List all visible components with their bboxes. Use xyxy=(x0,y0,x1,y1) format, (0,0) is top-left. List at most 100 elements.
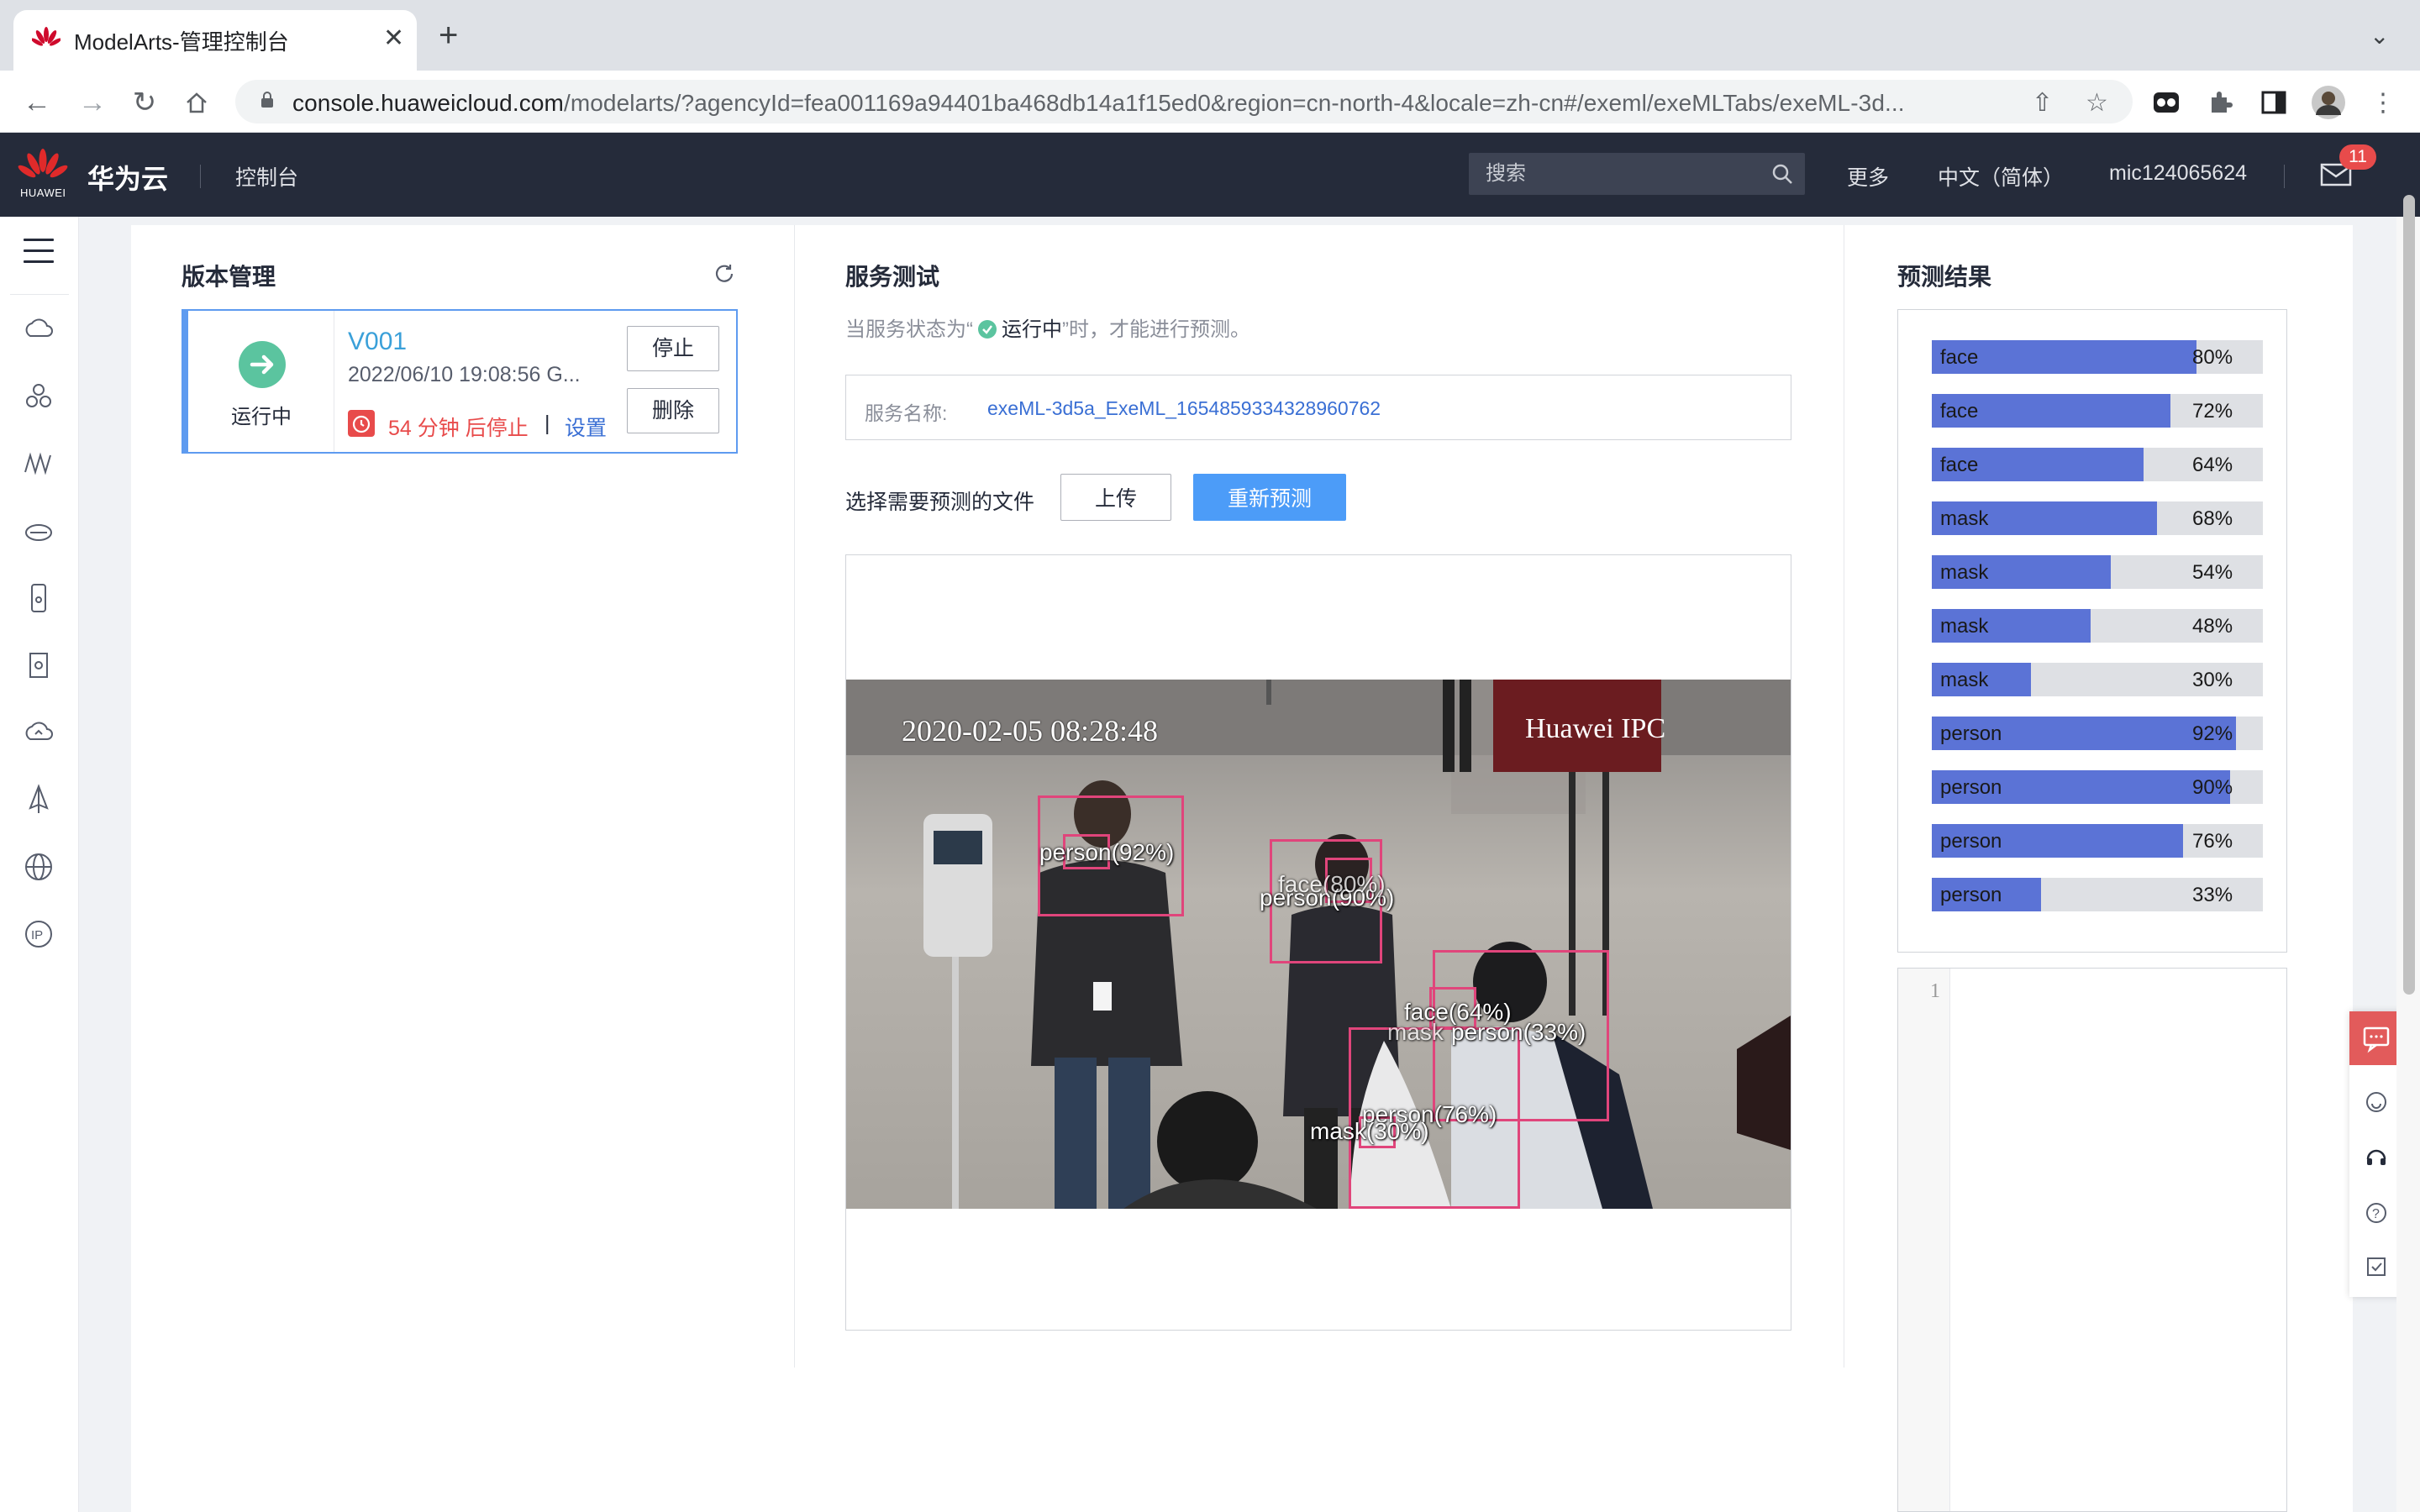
prediction-value: 92% xyxy=(2192,722,2233,745)
headset-service-icon[interactable] xyxy=(2365,1146,2388,1169)
username-menu[interactable]: mic124065624 xyxy=(2109,161,2247,186)
sail-icon[interactable] xyxy=(22,783,55,816)
prediction-label: person xyxy=(1940,830,2002,853)
prediction-value: 72% xyxy=(2192,400,2233,423)
profile-avatar[interactable] xyxy=(2311,85,2346,120)
search-icon[interactable] xyxy=(1771,163,1793,185)
prediction-label: mask xyxy=(1940,669,1989,691)
extension-icon[interactable] xyxy=(2151,87,2181,118)
sidebar-divider xyxy=(10,294,69,295)
brand-name[interactable]: 华为云 xyxy=(87,158,168,197)
bookmark-star-icon[interactable]: ☆ xyxy=(2086,88,2108,118)
prediction-results-title: 预测结果 xyxy=(1897,264,1992,290)
hint-status: 运行中 xyxy=(1002,318,1062,341)
stop-button[interactable]: 停止 xyxy=(627,326,719,371)
reload-icon[interactable]: ↻ xyxy=(126,84,163,121)
prediction-row: face 80% xyxy=(1932,340,2263,374)
upload-button[interactable]: 上传 xyxy=(1060,474,1171,521)
new-tab-icon[interactable]: + xyxy=(439,18,458,52)
prediction-value: 64% xyxy=(2192,454,2233,476)
cloud-icon[interactable] xyxy=(22,312,55,346)
chat-icon xyxy=(2363,1026,2390,1053)
prediction-row: face 64% xyxy=(1932,448,2263,481)
prediction-label: mask xyxy=(1940,507,1989,530)
logo-text: HUAWEI xyxy=(20,186,66,199)
close-tab-icon[interactable]: ✕ xyxy=(383,25,404,52)
service-sidebar: IP xyxy=(0,217,79,1512)
share-icon[interactable]: ⇧ xyxy=(2032,88,2053,118)
service-name-field: 服务名称: exeML-3d5a_ExeML_16548593343289607… xyxy=(845,375,1791,440)
smiley-feedback-icon[interactable] xyxy=(2365,1090,2388,1114)
prediction-row: person 92% xyxy=(1932,717,2263,750)
service-test-title: 服务测试 xyxy=(845,264,940,290)
prediction-row: mask 68% xyxy=(1932,501,2263,535)
detection-image: 2020-02-05 08:28:48 Huawei IPC person(92… xyxy=(846,680,1791,1209)
service-name-value[interactable]: exeML-3d5a_ExeML_1654859334328960762 xyxy=(987,397,1381,420)
prediction-value: 33% xyxy=(2192,884,2233,906)
language-selector[interactable]: 中文（简体） xyxy=(1938,161,2064,192)
chevron-down-icon[interactable]: ⌄ xyxy=(2370,22,2389,50)
ip-icon[interactable]: IP xyxy=(22,917,55,951)
prediction-label: person xyxy=(1940,776,2002,799)
prediction-image-frame: 2020-02-05 08:28:48 Huawei IPC person(92… xyxy=(845,554,1791,1331)
back-arrow-icon[interactable]: ← xyxy=(18,84,55,121)
image-timestamp: 2020-02-05 08:28:48 xyxy=(902,714,1158,748)
address-bar[interactable]: console.huaweicloud.com/modelarts/?agenc… xyxy=(235,80,2133,123)
kebab-menu-icon[interactable]: ⋮ xyxy=(2365,84,2402,121)
repredict-button[interactable]: 重新预测 xyxy=(1193,474,1346,521)
huawei-logo[interactable]: HUAWEI xyxy=(15,148,71,203)
search-input[interactable] xyxy=(1469,153,1771,195)
version-status-column: 运行中 xyxy=(188,311,334,452)
detection-label: mask(30%) xyxy=(1310,1118,1429,1144)
timer-icon xyxy=(348,410,375,437)
version-date: 2022/06/10 19:08:56 G... xyxy=(348,363,581,386)
help-icon[interactable]: ? xyxy=(2365,1201,2388,1225)
scrollbar-thumb[interactable] xyxy=(2403,195,2415,995)
settings-link[interactable]: 设置 xyxy=(565,412,607,442)
prediction-value: 48% xyxy=(2192,615,2233,638)
nav-divider xyxy=(2284,165,2285,188)
puzzle-extensions-icon[interactable] xyxy=(2205,87,2235,118)
nav-divider xyxy=(200,165,201,188)
browser-tab[interactable]: ModelArts-管理控制台 ✕ xyxy=(13,10,417,71)
version-card[interactable]: 运行中 V001 2022/06/10 19:08:56 G... 54 分钟 … xyxy=(182,309,738,454)
globe-icon[interactable] xyxy=(22,850,55,884)
hamburger-menu-icon[interactable] xyxy=(24,239,54,265)
forward-arrow-icon[interactable]: → xyxy=(74,84,111,121)
delete-button[interactable]: 删除 xyxy=(627,388,719,433)
line-number: 1 xyxy=(1930,980,1940,1002)
more-menu[interactable]: 更多 xyxy=(1847,161,1889,192)
refresh-icon[interactable] xyxy=(713,262,736,286)
console-link[interactable]: 控制台 xyxy=(235,161,298,192)
json-result-viewer[interactable]: 1 xyxy=(1897,968,2287,1512)
prediction-value: 76% xyxy=(2192,830,2233,853)
sign-text: Huawei IPC xyxy=(1525,713,1666,744)
url-text: console.huaweicloud.com/modelarts/?agenc… xyxy=(292,90,1905,117)
search-box[interactable] xyxy=(1469,153,1805,195)
huawei-logo-icon xyxy=(18,149,68,178)
cluster-icon[interactable] xyxy=(22,380,55,413)
cloud-storage-icon[interactable] xyxy=(22,514,55,548)
device-icon[interactable] xyxy=(22,581,55,615)
chat-button[interactable] xyxy=(2349,1011,2403,1065)
service-hint: 当服务状态为“ 运行中”时，才能进行预测。 xyxy=(845,312,1250,342)
prediction-label: face xyxy=(1940,346,1979,369)
side-panel-icon[interactable] xyxy=(2259,87,2289,118)
document-icon[interactable] xyxy=(22,648,55,682)
browser-toolbar: ← → ↻ console.huaweicloud.com/modelarts/… xyxy=(0,71,2420,133)
version-name[interactable]: V001 xyxy=(348,328,407,356)
check-circle-icon xyxy=(978,320,997,339)
prediction-results-list: face 80% face 72% face 64% mask 68% mask 54% mask 4… xyxy=(1897,309,2287,953)
prediction-value: 68% xyxy=(2192,507,2233,530)
prediction-value: 80% xyxy=(2192,346,2233,369)
edit-note-icon[interactable] xyxy=(2365,1255,2388,1278)
hint-suffix: ”时，才能进行预测。 xyxy=(1062,318,1250,341)
version-panel-title: 版本管理 xyxy=(182,264,276,290)
home-icon[interactable] xyxy=(178,84,215,121)
cloud-sync-icon[interactable] xyxy=(22,716,55,749)
console-header: HUAWEI 华为云 控制台 更多 中文（简体） mic124065624 11 xyxy=(0,133,2420,217)
prediction-label: mask xyxy=(1940,561,1989,584)
line-number-gutter xyxy=(1898,969,1950,1511)
waves-icon[interactable] xyxy=(22,447,55,480)
svg-text:IP: IP xyxy=(31,928,43,942)
